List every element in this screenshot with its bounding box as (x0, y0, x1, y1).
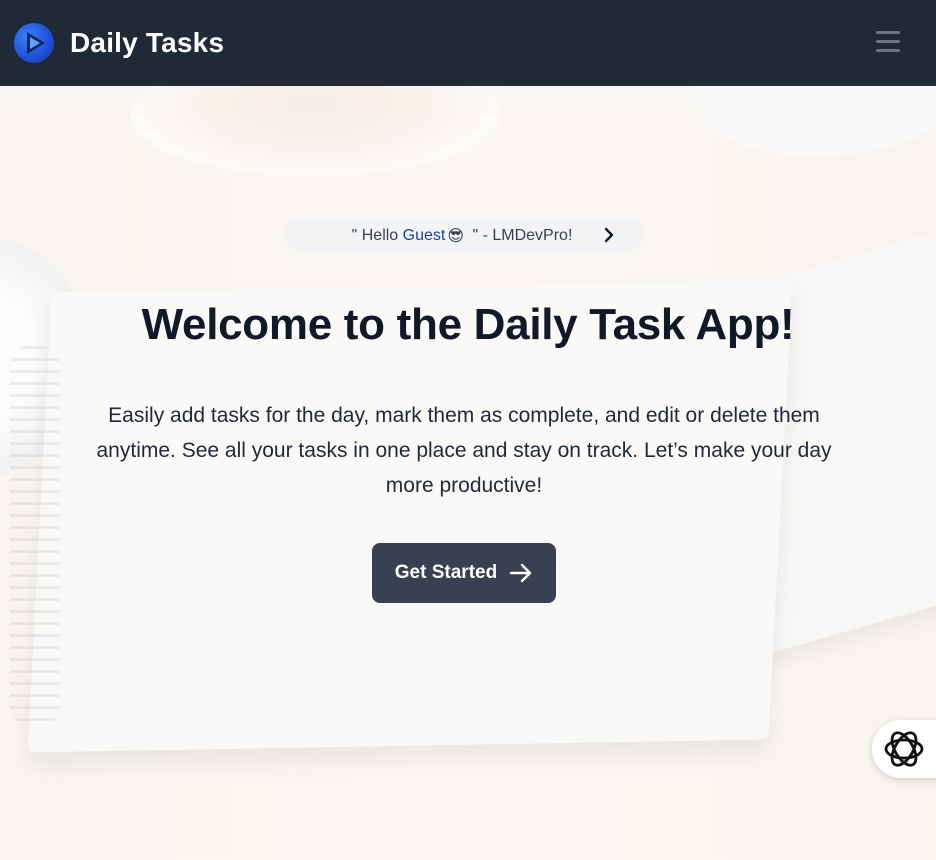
announcement-suffix: " - LMDevPro! (468, 226, 573, 244)
get-started-label: Get Started (394, 562, 498, 583)
arrow-right-icon (510, 563, 532, 583)
announcement-guest: Guest (402, 226, 446, 244)
assistant-widget-button[interactable] (872, 720, 936, 778)
chevron-right-icon (604, 227, 614, 243)
page-title: Welcome to the Daily Task App! (141, 300, 795, 349)
hamburger-menu-icon[interactable] (876, 28, 902, 54)
menu-bar (876, 39, 900, 43)
play-logo-icon[interactable] (14, 23, 54, 63)
announcement-pill[interactable]: " Hello Guest 😎 " - LMDevPro! (284, 218, 644, 253)
top-navbar: Daily Tasks (0, 0, 936, 86)
sunglasses-emoji-icon: 😎 (447, 227, 465, 245)
brand-title[interactable]: Daily Tasks (70, 27, 224, 59)
menu-bar (876, 30, 900, 34)
announcement-prefix: " Hello (351, 226, 403, 244)
assistant-knot-icon (884, 731, 924, 767)
hero-description: Easily add tasks for the day, mark them … (96, 404, 832, 497)
menu-bar (876, 48, 900, 52)
get-started-button[interactable]: Get Started (372, 543, 556, 603)
